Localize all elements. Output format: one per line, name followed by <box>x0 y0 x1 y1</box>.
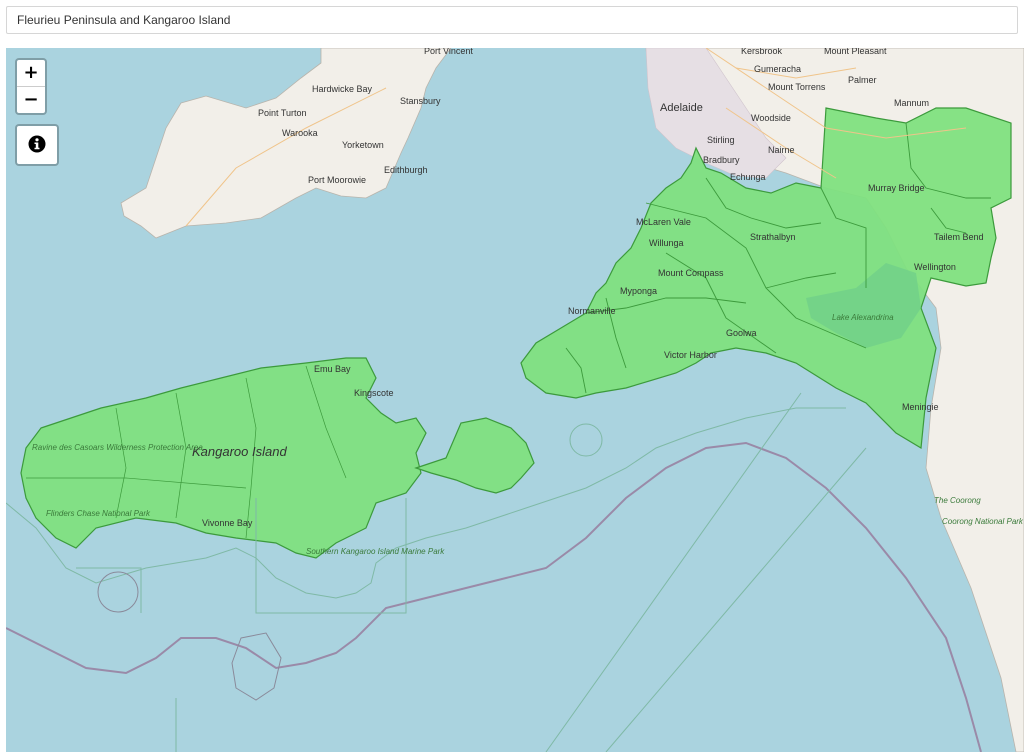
label-palmer: Palmer <box>848 75 877 85</box>
label-echunga: Echunga <box>730 172 766 182</box>
label-murray-bridge: Murray Bridge <box>868 183 925 193</box>
label-victor-harbor: Victor Harbor <box>664 350 717 360</box>
label-ravine-park: Ravine des Casoars Wilderness Protection… <box>32 443 203 452</box>
label-kangaroo-island: Kangaroo Island <box>192 444 287 459</box>
label-willunga: Willunga <box>649 238 684 248</box>
label-stirling: Stirling <box>707 135 735 145</box>
map-title: Fleurieu Peninsula and Kangaroo Island <box>17 13 231 27</box>
label-mount-pleasant: Mount Pleasant <box>824 48 887 56</box>
label-lake-alexandrina: Lake Alexandrina <box>832 313 894 322</box>
label-mannum: Mannum <box>894 98 929 108</box>
map-title-field: Fleurieu Peninsula and Kangaroo Island <box>6 6 1018 34</box>
label-tailem-bend: Tailem Bend <box>934 232 984 242</box>
label-stansbury: Stansbury <box>400 96 441 106</box>
label-kingscote: Kingscote <box>354 388 394 398</box>
map-viewport[interactable]: Port Vincent Hardwicke Bay Point Turton … <box>6 48 1024 752</box>
label-wellington: Wellington <box>914 262 956 272</box>
yorke-peninsula-land <box>120 48 452 239</box>
label-strathalbyn: Strathalbyn <box>750 232 796 242</box>
label-hardwicke-bay: Hardwicke Bay <box>312 84 373 94</box>
label-goolwa: Goolwa <box>726 328 757 338</box>
label-kersbrook: Kersbrook <box>741 48 783 56</box>
label-bradbury: Bradbury <box>703 155 740 165</box>
label-southern-ki-marine-park: Southern Kangaroo Island Marine Park <box>306 547 445 556</box>
label-yorketown: Yorketown <box>342 140 384 150</box>
label-mount-compass: Mount Compass <box>658 268 724 278</box>
zoom-in-button[interactable]: + <box>17 60 45 86</box>
label-port-vincent: Port Vincent <box>424 48 473 56</box>
zoom-control: + − <box>15 58 47 115</box>
label-gumeracha: Gumeracha <box>754 64 801 74</box>
label-point-turton: Point Turton <box>258 108 307 118</box>
label-adelaide: Adelaide <box>660 102 703 114</box>
label-normanville: Normanville <box>568 306 616 316</box>
label-myponga: Myponga <box>620 286 657 296</box>
map-canvas: Port Vincent Hardwicke Bay Point Turton … <box>6 48 1024 752</box>
label-edithburgh: Edithburgh <box>384 165 428 175</box>
label-vivonne-bay: Vivonne Bay <box>202 518 253 528</box>
info-circle-icon <box>28 135 46 153</box>
label-coorong-np: Coorong National Park <box>942 517 1024 526</box>
zoom-out-button[interactable]: − <box>17 86 45 113</box>
label-the-coorong: The Coorong <box>934 496 981 505</box>
label-flinders-chase: Flinders Chase National Park <box>46 509 151 518</box>
label-mount-torrens: Mount Torrens <box>768 82 826 92</box>
label-woodside: Woodside <box>751 113 791 123</box>
label-port-moorowie: Port Moorowie <box>308 175 366 185</box>
label-meningie: Meningie <box>902 402 939 412</box>
label-nairne: Nairne <box>768 145 795 155</box>
label-mclaren-vale: McLaren Vale <box>636 217 691 227</box>
label-emu-bay: Emu Bay <box>314 364 351 374</box>
label-warooka: Warooka <box>282 128 318 138</box>
dudley-peninsula-land <box>414 417 535 494</box>
info-button[interactable] <box>15 124 59 166</box>
